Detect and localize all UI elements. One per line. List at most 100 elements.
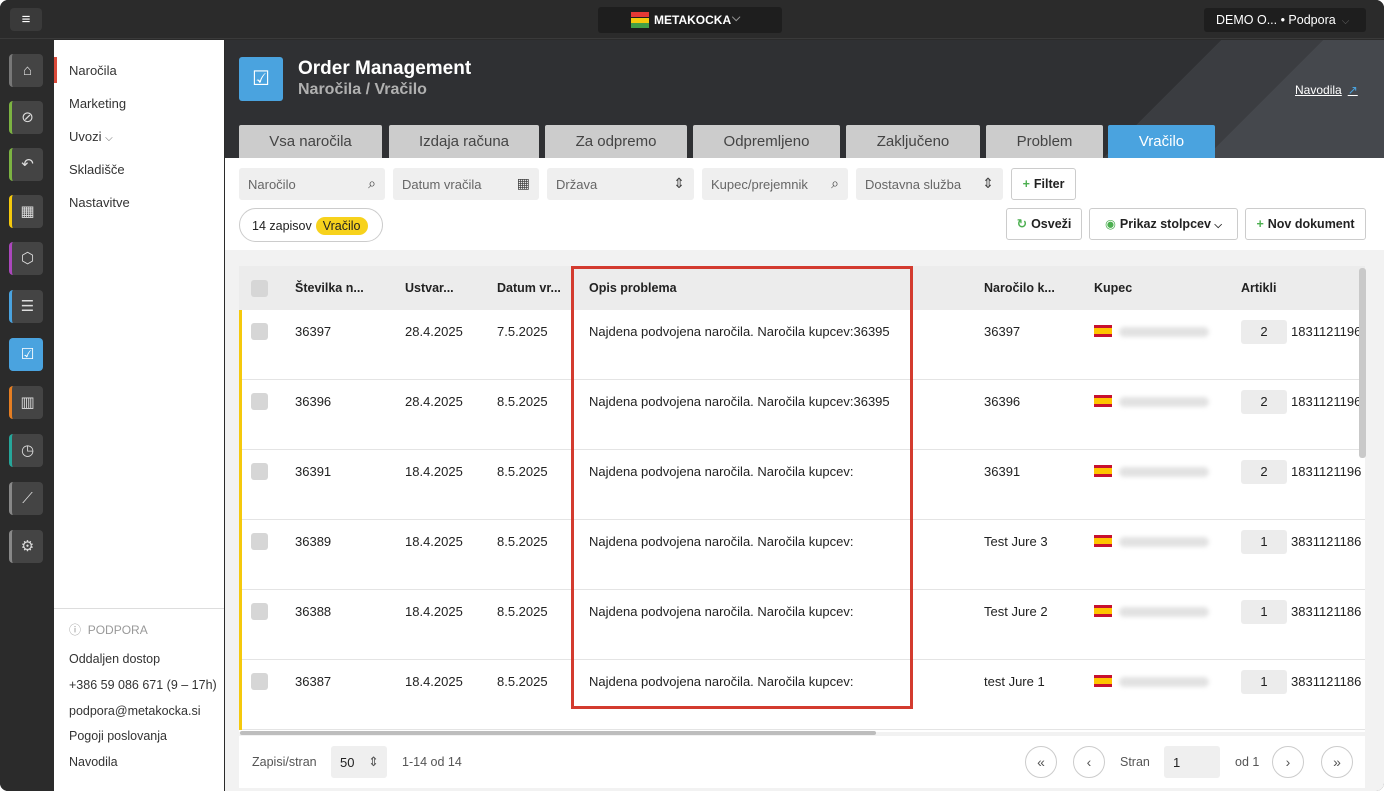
- col-problem[interactable]: Opis problema: [589, 281, 677, 295]
- created-date: 28.4.2025: [405, 324, 463, 339]
- col-created[interactable]: Ustvar...: [405, 281, 454, 295]
- item-quantity: 1: [1241, 530, 1287, 554]
- chevron-down-icon: ⌵: [1341, 16, 1350, 27]
- return-date: 8.5.2025: [497, 534, 548, 549]
- row-checkbox[interactable]: [251, 393, 268, 410]
- next-page-button[interactable]: ›: [1272, 746, 1304, 778]
- pagination-bar: Zapisi/stran 50 ⇕ 1-14 od 14 « ‹ Stran 1 …: [239, 736, 1365, 788]
- table-row[interactable]: 36391 18.4.2025 8.5.2025 Najdena podvojena …: [239, 450, 1365, 520]
- created-date: 18.4.2025: [405, 604, 463, 619]
- tab-odpremljeno[interactable]: Odpremljeno: [693, 125, 840, 158]
- record-range: 1-14 od 14: [402, 755, 462, 769]
- created-date: 18.4.2025: [405, 534, 463, 549]
- select-all-checkbox[interactable]: [251, 280, 268, 297]
- calendar-icon[interactable]: ▦: [9, 195, 43, 228]
- buyer-filter-field[interactable]: Kupec/prejemnik ⌕: [702, 168, 848, 200]
- page-input[interactable]: 1: [1164, 746, 1220, 778]
- col-items[interactable]: Artikli: [1241, 281, 1276, 295]
- per-page-select[interactable]: 50 ⇕: [331, 746, 387, 778]
- row-checkbox[interactable]: [251, 533, 268, 550]
- order-number[interactable]: 36387: [295, 674, 331, 689]
- chart-icon[interactable]: ⟋: [9, 482, 43, 515]
- tab-vracilo[interactable]: Vračilo: [1108, 125, 1215, 158]
- support-link-help[interactable]: Navodila: [69, 755, 118, 769]
- col-number[interactable]: Številka n...: [295, 281, 364, 295]
- return-date: 7.5.2025: [497, 324, 548, 339]
- row-checkbox[interactable]: [251, 463, 268, 480]
- created-date: 18.4.2025: [405, 464, 463, 479]
- col-customer-order[interactable]: Naročilo k...: [984, 281, 1055, 295]
- item-quantity: 2: [1241, 390, 1287, 414]
- clock-icon[interactable]: ◷: [9, 434, 43, 467]
- col-buyer[interactable]: Kupec: [1094, 281, 1132, 295]
- factory-icon[interactable]: ▥: [9, 386, 43, 419]
- nav-item-uvozi[interactable]: Uvozi ⌵: [69, 129, 113, 144]
- account-menu[interactable]: DEMO O... • Podpora ⌵: [1204, 8, 1366, 32]
- main-content: ☑ Order Management Naročila / Vračilo Na…: [225, 40, 1384, 791]
- row-checkbox[interactable]: [251, 323, 268, 340]
- external-link-icon: ↗: [1347, 83, 1358, 97]
- tab-zakljuceno[interactable]: Zaključeno: [846, 125, 980, 158]
- vertical-scrollbar[interactable]: [1359, 268, 1366, 458]
- tag-icon[interactable]: ⊘: [9, 101, 43, 134]
- new-document-button[interactable]: + Nov dokument: [1245, 208, 1366, 240]
- nav-item-narocila[interactable]: Naročila: [69, 63, 117, 78]
- order-number[interactable]: 36389: [295, 534, 331, 549]
- order-number[interactable]: 36388: [295, 604, 331, 619]
- home-icon[interactable]: ⌂: [9, 54, 43, 87]
- row-status-bar: [239, 660, 242, 730]
- box-icon[interactable]: ⬡: [9, 242, 43, 275]
- tab-za-odpremo[interactable]: Za odpremo: [545, 125, 687, 158]
- country-select[interactable]: Država ⇕: [547, 168, 694, 200]
- delivery-select[interactable]: Dostavna služba ⇕: [856, 168, 1003, 200]
- return-date: 8.5.2025: [497, 674, 548, 689]
- tab-problem[interactable]: Problem: [986, 125, 1103, 158]
- brand-switcher[interactable]: METAKOCKA ⌵: [598, 7, 782, 33]
- order-icon[interactable]: ☑: [9, 338, 43, 371]
- support-link-terms[interactable]: Pogoji poslovanja: [69, 729, 167, 743]
- last-page-button[interactable]: »: [1321, 746, 1353, 778]
- customer-order: 36396: [984, 394, 1021, 409]
- order-number[interactable]: 36396: [295, 394, 331, 409]
- tab-vsa-narocila[interactable]: Vsa naročila: [239, 125, 382, 158]
- gear-icon[interactable]: ⚙: [9, 530, 43, 563]
- order-number[interactable]: 36391: [295, 464, 331, 479]
- col-return-date[interactable]: Datum vr...: [497, 281, 561, 295]
- table-row[interactable]: 36387 18.4.2025 8.5.2025 Najdena podvojena …: [239, 660, 1365, 730]
- filter-button[interactable]: + Filter: [1011, 168, 1076, 200]
- nav-item-skladisce[interactable]: Skladišče: [69, 162, 125, 177]
- return-date-field[interactable]: Datum vračila ▦: [393, 168, 539, 200]
- support-email[interactable]: podpora@metakocka.si: [69, 704, 201, 718]
- refresh-button[interactable]: ↻ Osveži: [1006, 208, 1082, 240]
- order-number[interactable]: 36397: [295, 324, 331, 339]
- row-checkbox[interactable]: [251, 603, 268, 620]
- order-filter-placeholder: Naročilo: [248, 177, 296, 192]
- horizontal-scrollbar[interactable]: [240, 731, 876, 735]
- prev-page-button[interactable]: ‹: [1073, 746, 1105, 778]
- support-phone[interactable]: +386 59 086 671 (9 – 17h): [69, 678, 217, 692]
- page-total: od 1: [1235, 755, 1260, 769]
- tab-izdaja-racuna[interactable]: Izdaja računa: [389, 125, 539, 158]
- item-sku: 3831121186: [1291, 674, 1362, 689]
- menu-icon[interactable]: ≡: [10, 8, 42, 31]
- help-link[interactable]: Navodila ↗: [1295, 83, 1358, 97]
- buyer-name-redacted: [1119, 607, 1209, 617]
- created-date: 28.4.2025: [405, 394, 463, 409]
- buyer-name-redacted: [1119, 677, 1209, 687]
- table-row[interactable]: 36396 28.4.2025 8.5.2025 Najdena podvojena …: [239, 380, 1365, 450]
- first-page-button[interactable]: «: [1025, 746, 1057, 778]
- columns-button[interactable]: ◉ Prikaz stolpcev ⌵: [1089, 208, 1238, 240]
- support-link-remote[interactable]: Oddaljen dostop: [69, 652, 160, 666]
- row-checkbox[interactable]: [251, 673, 268, 690]
- table-row[interactable]: 36389 18.4.2025 8.5.2025 Najdena podvojena …: [239, 520, 1365, 590]
- table-row[interactable]: 36397 28.4.2025 7.5.2025 Najdena podvojena …: [239, 310, 1365, 380]
- metakocka-logo: [631, 12, 649, 28]
- invoice-icon[interactable]: ☰: [9, 290, 43, 323]
- return-icon[interactable]: ↶: [9, 148, 43, 181]
- return-date: 8.5.2025: [497, 604, 548, 619]
- table-row[interactable]: 36388 18.4.2025 8.5.2025 Najdena podvojena …: [239, 590, 1365, 660]
- nav-item-nastavitve[interactable]: Nastavitve: [69, 195, 130, 210]
- refresh-icon: ↻: [1016, 217, 1028, 231]
- order-filter-field[interactable]: Naročilo ⌕: [239, 168, 385, 200]
- nav-item-marketing[interactable]: Marketing: [69, 96, 126, 111]
